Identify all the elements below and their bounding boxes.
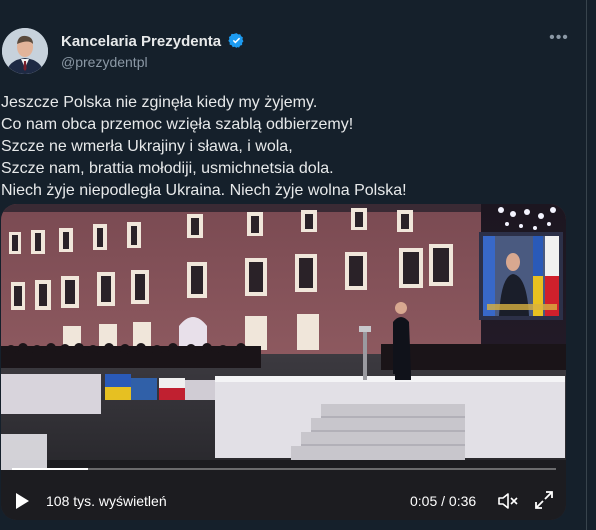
video-frame <box>1 204 566 520</box>
tweet-header: Kancelaria Prezydenta @prezydentpl ••• <box>0 28 580 76</box>
author-handle[interactable]: @prezydentpl <box>61 54 148 70</box>
author-name[interactable]: Kancelaria Prezydenta <box>61 33 221 50</box>
video-player[interactable]: 108 tys. wyświetleń 0:05 / 0:36 <box>1 204 566 520</box>
more-icon[interactable]: ••• <box>549 30 569 51</box>
video-time: 0:05 / 0:36 <box>410 493 477 509</box>
tweet-text: Jeszcze Polska nie zginęła kiedy my żyje… <box>1 92 571 202</box>
tweet-text-line: Co nam obca przemoc wzięła szablą odbier… <box>1 116 354 133</box>
tweet-text-line: Niech żyje niepodległa Ukraina. Niech ży… <box>1 182 407 199</box>
volume-mute-icon[interactable] <box>497 491 519 511</box>
view-count: 108 tys. wyświetleń <box>46 493 167 509</box>
video-progress-bar[interactable] <box>12 468 556 470</box>
video-progress-fill <box>12 468 88 470</box>
verified-badge-icon <box>228 33 244 48</box>
tweet-text-line: Szcze ne wmerła Ukrajiny i sława, i wola… <box>1 138 293 155</box>
tweet-text-line: Jeszcze Polska nie zginęła kiedy my żyje… <box>1 94 318 111</box>
avatar[interactable] <box>2 28 48 74</box>
play-icon[interactable] <box>12 491 32 511</box>
tweet-text-line: Szcze nam, brattia mołodiji, usmichnetsi… <box>1 160 334 177</box>
tweet[interactable]: Kancelaria Prezydenta @prezydentpl ••• J… <box>0 0 586 530</box>
timeline-column-border <box>586 0 587 530</box>
fullscreen-icon[interactable] <box>534 490 554 510</box>
